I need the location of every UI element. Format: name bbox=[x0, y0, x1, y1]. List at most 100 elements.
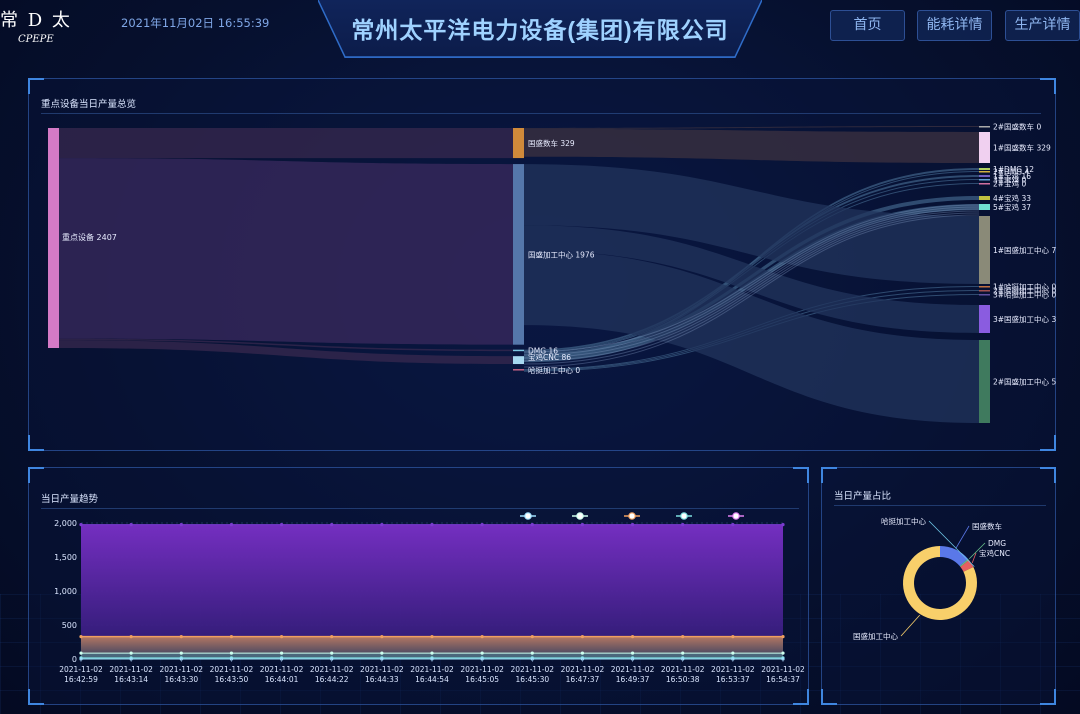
sankey-node-middle bbox=[513, 356, 524, 365]
series-point bbox=[530, 635, 534, 639]
sankey-node-leaf bbox=[979, 168, 990, 170]
donut-leader-line bbox=[955, 525, 970, 549]
x-tick-label-date: 2021-11-02 bbox=[510, 665, 554, 674]
series-point bbox=[530, 523, 534, 527]
series-point bbox=[480, 651, 484, 655]
donut-label: 哈挺加工中心 bbox=[881, 516, 926, 526]
sankey-label-leaf: 3#国盛加工中心 3 bbox=[993, 314, 1056, 324]
sankey-label-leaf: 5#宝鸡 37 bbox=[993, 202, 1031, 212]
sankey-node-leaf bbox=[979, 294, 990, 296]
series-point bbox=[279, 651, 284, 655]
series-point bbox=[79, 651, 83, 655]
sankey-flow bbox=[59, 158, 513, 345]
series-point bbox=[380, 523, 384, 527]
x-tick-label-date: 2021-11-02 bbox=[360, 665, 404, 674]
trend-chart: 2,0001,5001,00050002021-11-0216:42:59202… bbox=[54, 512, 805, 684]
sankey-label-root: 重点设备 2407 bbox=[62, 232, 117, 242]
sankey-label-leaf: 2#国盛加工中心 5 bbox=[993, 377, 1056, 387]
sankey-node-leaf bbox=[979, 175, 990, 177]
x-tick-label-date: 2021-11-02 bbox=[210, 665, 254, 674]
series-point bbox=[330, 523, 334, 527]
x-tick-label-time: 16:54:37 bbox=[766, 675, 800, 684]
sankey-node-root bbox=[48, 128, 59, 348]
sankey-label-leaf: 4#宝鸡 33 bbox=[993, 193, 1031, 203]
series-point bbox=[430, 651, 434, 655]
x-tick-label-time: 16:45:05 bbox=[465, 675, 499, 684]
sankey-label-leaf: 2#国盛数车 0 bbox=[993, 122, 1041, 132]
series-point bbox=[630, 651, 635, 655]
series-point bbox=[781, 523, 785, 527]
pie-panel-title: 当日产量占比 bbox=[834, 491, 892, 502]
x-tick-label-date: 2021-11-02 bbox=[561, 665, 605, 674]
x-tick-label-date: 2021-11-02 bbox=[460, 665, 504, 674]
sankey-node-leaf bbox=[979, 290, 990, 292]
x-tick-label-time: 16:44:33 bbox=[365, 675, 399, 684]
legend-marker bbox=[576, 512, 584, 520]
series-point bbox=[731, 635, 735, 639]
sankey-node-leaf bbox=[979, 340, 990, 423]
legend-marker bbox=[732, 512, 740, 520]
series-point bbox=[480, 523, 484, 527]
x-tick-label-date: 2021-11-02 bbox=[59, 665, 103, 674]
x-tick-label-date: 2021-11-02 bbox=[260, 665, 304, 674]
x-tick-label-time: 16:49:37 bbox=[616, 675, 650, 684]
series-point bbox=[179, 651, 183, 655]
x-tick-label-time: 16:53:37 bbox=[716, 675, 750, 684]
x-tick-label-date: 2021-11-02 bbox=[109, 665, 153, 674]
sankey-node-leaf bbox=[979, 196, 990, 200]
series-point bbox=[330, 635, 334, 639]
sankey-label-leaf: 2#宝鸡 0 bbox=[993, 179, 1026, 189]
donut-label: 宝鸡CNC bbox=[979, 548, 1010, 558]
sankey-node-leaf bbox=[979, 204, 990, 210]
sankey-flow bbox=[59, 128, 513, 159]
x-tick-label-time: 16:43:14 bbox=[114, 675, 148, 684]
y-tick-label: 0 bbox=[72, 655, 77, 664]
series-point bbox=[79, 635, 83, 639]
y-tick-label: 1,000 bbox=[54, 587, 77, 596]
series-point bbox=[731, 651, 735, 655]
sankey-label-leaf: 1#国盛数车 329 bbox=[993, 143, 1051, 153]
sankey-node-leaf bbox=[979, 126, 990, 128]
sankey-node-leaf bbox=[979, 216, 990, 284]
series-point bbox=[530, 651, 534, 655]
sankey-label-middle: 哈挺加工中心 0 bbox=[528, 365, 580, 375]
sankey-chart: 重点设备 2407国盛数车 329国盛加工中心 1976DMG 16宝鸡CNC … bbox=[48, 122, 1056, 423]
sankey-node-leaf bbox=[979, 171, 990, 173]
sankey-node-leaf bbox=[979, 183, 990, 185]
series-point bbox=[681, 635, 685, 639]
sankey-flow bbox=[524, 126, 979, 129]
x-tick-label-time: 16:42:59 bbox=[64, 675, 98, 684]
x-tick-label-date: 2021-11-02 bbox=[761, 665, 805, 674]
series-point bbox=[129, 651, 133, 655]
series-point bbox=[781, 635, 785, 639]
sankey-label-leaf: 3#哈挺加工中心 0 bbox=[993, 290, 1056, 300]
sankey-node-leaf bbox=[979, 305, 990, 333]
pie-chart: 国盛数车 DMG宝鸡CNC 哈挺加工中心国盛加工中心 bbox=[853, 516, 1010, 641]
series-point bbox=[580, 635, 585, 639]
sankey-node-leaf bbox=[979, 132, 990, 163]
x-tick-label-date: 2021-11-02 bbox=[310, 665, 354, 674]
series-point bbox=[580, 523, 585, 527]
sankey-node-leaf bbox=[979, 179, 990, 181]
y-tick-label: 500 bbox=[62, 621, 77, 630]
x-tick-label-date: 2021-11-02 bbox=[410, 665, 454, 674]
sankey-label-leaf: 1#国盛加工中心 7 bbox=[993, 245, 1056, 255]
series-point bbox=[279, 635, 284, 639]
sankey-label-middle: 国盛数车 329 bbox=[528, 138, 575, 148]
x-tick-label-time: 16:44:22 bbox=[315, 675, 349, 684]
series-point bbox=[179, 523, 183, 527]
legend-marker bbox=[680, 512, 688, 520]
sankey-node-leaf bbox=[979, 286, 990, 288]
series-point bbox=[279, 523, 284, 527]
series-point bbox=[630, 523, 635, 527]
sankey-node-middle bbox=[513, 369, 524, 371]
series-point bbox=[179, 635, 183, 639]
donut-label: DMG bbox=[988, 539, 1006, 548]
x-tick-label-time: 16:50:38 bbox=[666, 675, 700, 684]
y-tick-label: 1,500 bbox=[54, 553, 77, 562]
series-point bbox=[781, 651, 785, 655]
series-point bbox=[630, 635, 635, 639]
legend-marker bbox=[628, 512, 636, 520]
series-point bbox=[129, 635, 133, 639]
series-point bbox=[129, 523, 133, 527]
